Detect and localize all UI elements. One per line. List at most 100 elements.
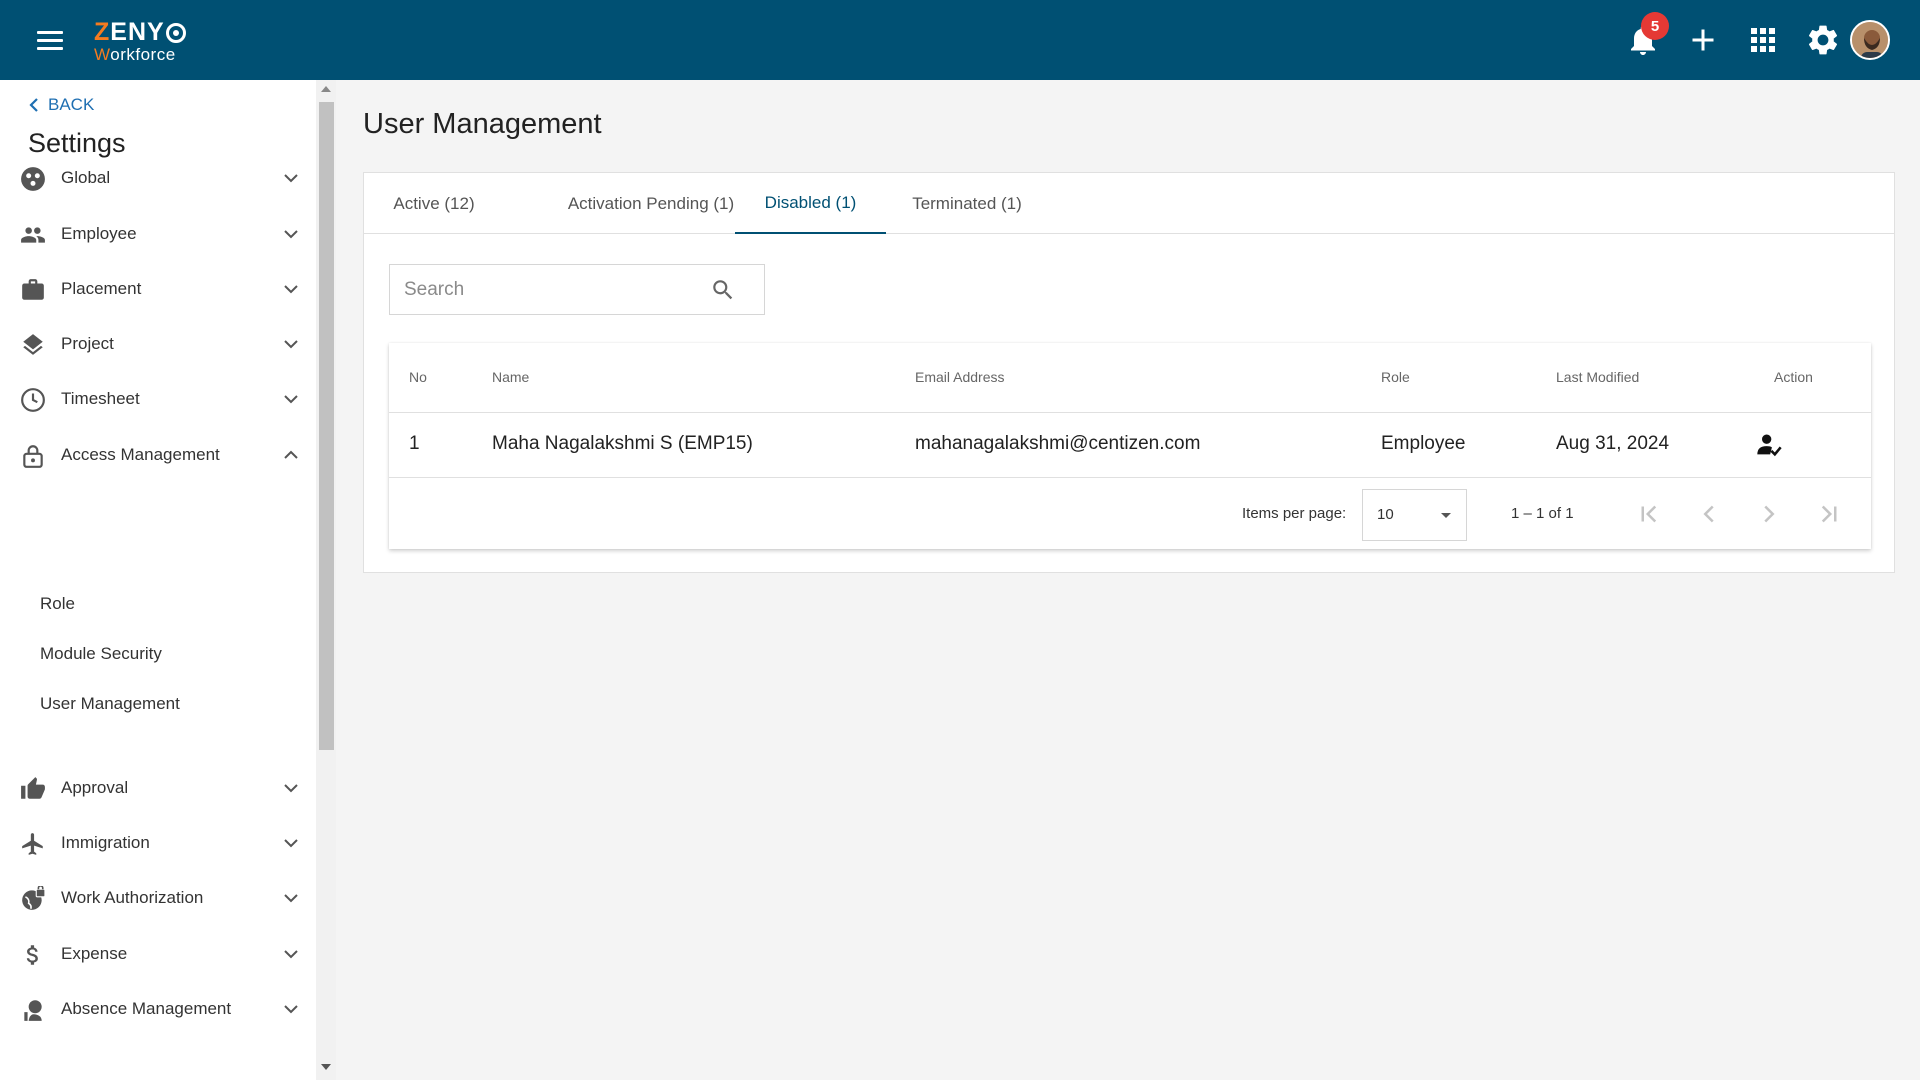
enable-user-icon[interactable] [1755, 431, 1783, 459]
chevron-down-icon [284, 950, 298, 959]
last-page-icon[interactable] [1814, 499, 1844, 529]
sidebar-item-immigration[interactable]: Immigration [0, 815, 316, 871]
sidebar-item-label: Access Management [61, 445, 220, 464]
cell-last-modified: Aug 31, 2024 [1556, 433, 1670, 454]
sidebar-item-project[interactable]: Project [0, 316, 316, 372]
sidebar-item-absence-management[interactable]: Absence Management [0, 981, 316, 1037]
chevron-down-icon [284, 1005, 298, 1014]
cell-name: Maha Nagalakshmi S (EMP15) [492, 433, 753, 454]
status-tabs: Active (12) Activation Pending (1) Disab… [364, 173, 1894, 234]
cell-email: mahanagalakshmi@centizen.com [915, 433, 1201, 454]
chevron-down-icon [284, 230, 298, 239]
scroll-up-arrow-icon[interactable] [321, 86, 331, 92]
column-header-role[interactable]: Role [1381, 369, 1410, 385]
avatar[interactable] [1850, 20, 1890, 60]
sidebar-item-label: Work Authorization [61, 888, 204, 907]
chevron-up-icon [284, 450, 298, 459]
tab-disabled[interactable]: Disabled (1) [735, 173, 886, 234]
first-page-icon[interactable] [1634, 499, 1664, 529]
menu-icon[interactable] [34, 28, 66, 52]
items-per-page-label: Items per page: [1242, 505, 1347, 522]
chevron-left-icon [29, 98, 38, 112]
tab-active[interactable]: Active (12) [364, 173, 504, 234]
lock-icon [23, 445, 43, 468]
sidebar-item-label: Project [61, 334, 114, 353]
tab-terminated[interactable]: Terminated (1) [886, 173, 1048, 234]
sidebar-item-label: Absence Management [61, 999, 232, 1018]
dollar-icon [26, 945, 38, 965]
sidebar-item-employee[interactable]: Employee [0, 206, 316, 262]
sidebar-subitem-module-security[interactable]: Module Security [40, 644, 162, 664]
table-header: No Name Email Address Role Last Modified… [389, 343, 1871, 413]
search-icon[interactable] [710, 277, 736, 303]
logo-workforce-text: orkforce [110, 45, 176, 64]
chevron-down-icon [284, 395, 298, 404]
add-button[interactable] [1685, 22, 1721, 58]
layers-icon [23, 334, 43, 355]
people-icon [21, 227, 45, 243]
settings-button[interactable] [1805, 22, 1841, 58]
scrollbar-thumb[interactable] [319, 102, 334, 750]
sidebar-item-work-authorization[interactable]: Work Authorization [0, 870, 316, 926]
page-title: User Management [363, 108, 602, 140]
items-per-page-value: 10 [1377, 506, 1394, 523]
gear-icon [1808, 25, 1838, 55]
sidebar-item-timesheet[interactable]: Timesheet [0, 371, 316, 427]
notifications-button[interactable]: 5 [1625, 12, 1669, 58]
sidebar-item-access-management[interactable]: Access Management [0, 427, 316, 483]
globe-lock-icon [22, 886, 46, 910]
scroll-down-arrow-icon[interactable] [321, 1064, 331, 1070]
column-header-action: Action [1774, 369, 1813, 385]
table-row: 1 Maha Nagalakshmi S (EMP15) mahanagalak… [389, 413, 1871, 478]
search-input[interactable] [404, 277, 704, 303]
sidebar-item-placement[interactable]: Placement [0, 261, 316, 317]
sidebar-subitem-user-management[interactable]: User Management [40, 694, 180, 714]
search-box [389, 264, 765, 315]
globe-dots-icon [21, 167, 45, 191]
settings-sidebar: BACK Settings Global Employee Placement … [0, 80, 316, 1080]
chevron-down-icon [284, 839, 298, 848]
column-header-email[interactable]: Email Address [915, 369, 1004, 385]
plus-icon [1692, 29, 1714, 51]
airplane-icon [22, 833, 43, 855]
thumb-up-icon [21, 777, 45, 799]
column-header-name[interactable]: Name [492, 369, 529, 385]
sidebar-item-global[interactable]: Global [0, 150, 316, 206]
column-header-no[interactable]: No [409, 369, 427, 385]
chevron-down-icon [284, 784, 298, 793]
chevron-down-icon [284, 894, 298, 903]
sidebar-item-label: Global [61, 168, 111, 187]
page-range-label: 1 – 1 of 1 [1511, 505, 1574, 522]
notification-count-badge: 5 [1641, 12, 1669, 40]
users-table: No Name Email Address Role Last Modified… [389, 343, 1871, 549]
back-link[interactable]: BACK [28, 95, 94, 115]
person-leave-icon [24, 1000, 42, 1021]
sidebar-item-label: Timesheet [61, 389, 140, 408]
paginator: Items per page: 10 1 – 1 of 1 [389, 479, 1871, 549]
clock-icon [21, 388, 45, 412]
sidebar-scrollbar[interactable] [316, 80, 336, 1080]
top-app-bar: Z ENY Workforce 5 [0, 0, 1920, 80]
apps-button[interactable] [1745, 22, 1781, 58]
app-logo[interactable]: Z ENY Workforce [94, 20, 186, 63]
sidebar-item-label: Employee [61, 224, 137, 243]
next-page-icon[interactable] [1754, 499, 1784, 529]
back-label: BACK [48, 95, 95, 114]
briefcase-icon [22, 279, 44, 300]
sidebar-item-expense[interactable]: Expense [0, 926, 316, 982]
sidebar-item-approval[interactable]: Approval [0, 760, 316, 816]
sidebar-item-label: Expense [61, 944, 128, 963]
logo-ring-icon [165, 22, 186, 43]
sidebar-subitem-role[interactable]: Role [40, 594, 75, 614]
items-per-page-select[interactable]: 10 [1362, 489, 1467, 541]
previous-page-icon[interactable] [1694, 499, 1724, 529]
sidebar-item-label: Placement [61, 279, 142, 298]
sidebar-item-label: Immigration [61, 833, 150, 852]
dropdown-caret-icon [1441, 513, 1451, 518]
logo-letter-w: W [94, 45, 111, 64]
apps-grid-icon [1751, 28, 1775, 52]
column-header-last-modified[interactable]: Last Modified [1556, 369, 1639, 385]
avatar-image [1852, 22, 1888, 58]
chevron-down-icon [284, 174, 298, 183]
logo-letter-z: Z [94, 18, 111, 46]
